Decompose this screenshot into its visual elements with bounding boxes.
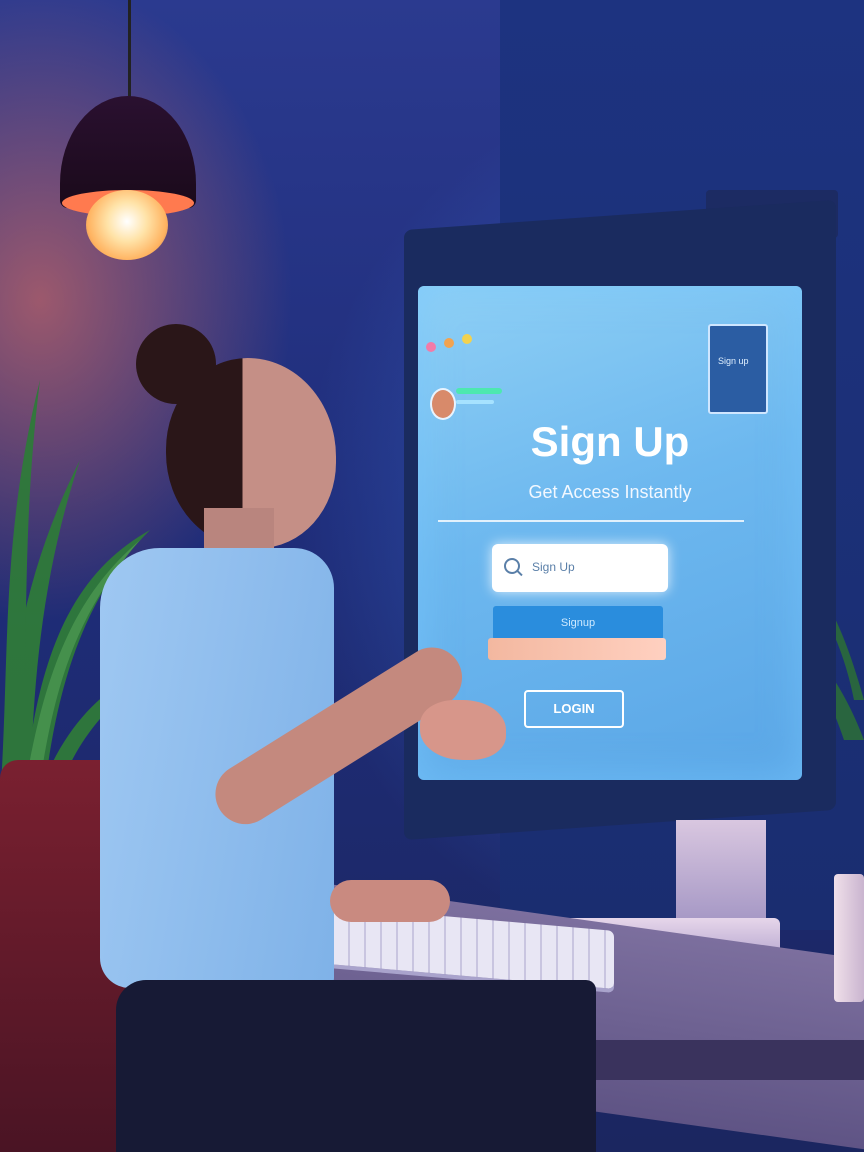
- hand-keyboard: [330, 880, 450, 922]
- signup-badge[interactable]: Sign up: [708, 324, 768, 414]
- pendant-lamp: [58, 0, 198, 270]
- pants: [116, 980, 596, 1152]
- lamp-cord: [128, 0, 131, 100]
- lamp-bulb: [86, 190, 168, 260]
- badge-label: Sign up: [718, 356, 749, 366]
- scene: Sign up Sign Up Get Access Instantly Sig…: [0, 0, 864, 1152]
- person: [100, 320, 620, 1152]
- mug: [834, 874, 864, 1002]
- hand-pointing: [420, 700, 506, 760]
